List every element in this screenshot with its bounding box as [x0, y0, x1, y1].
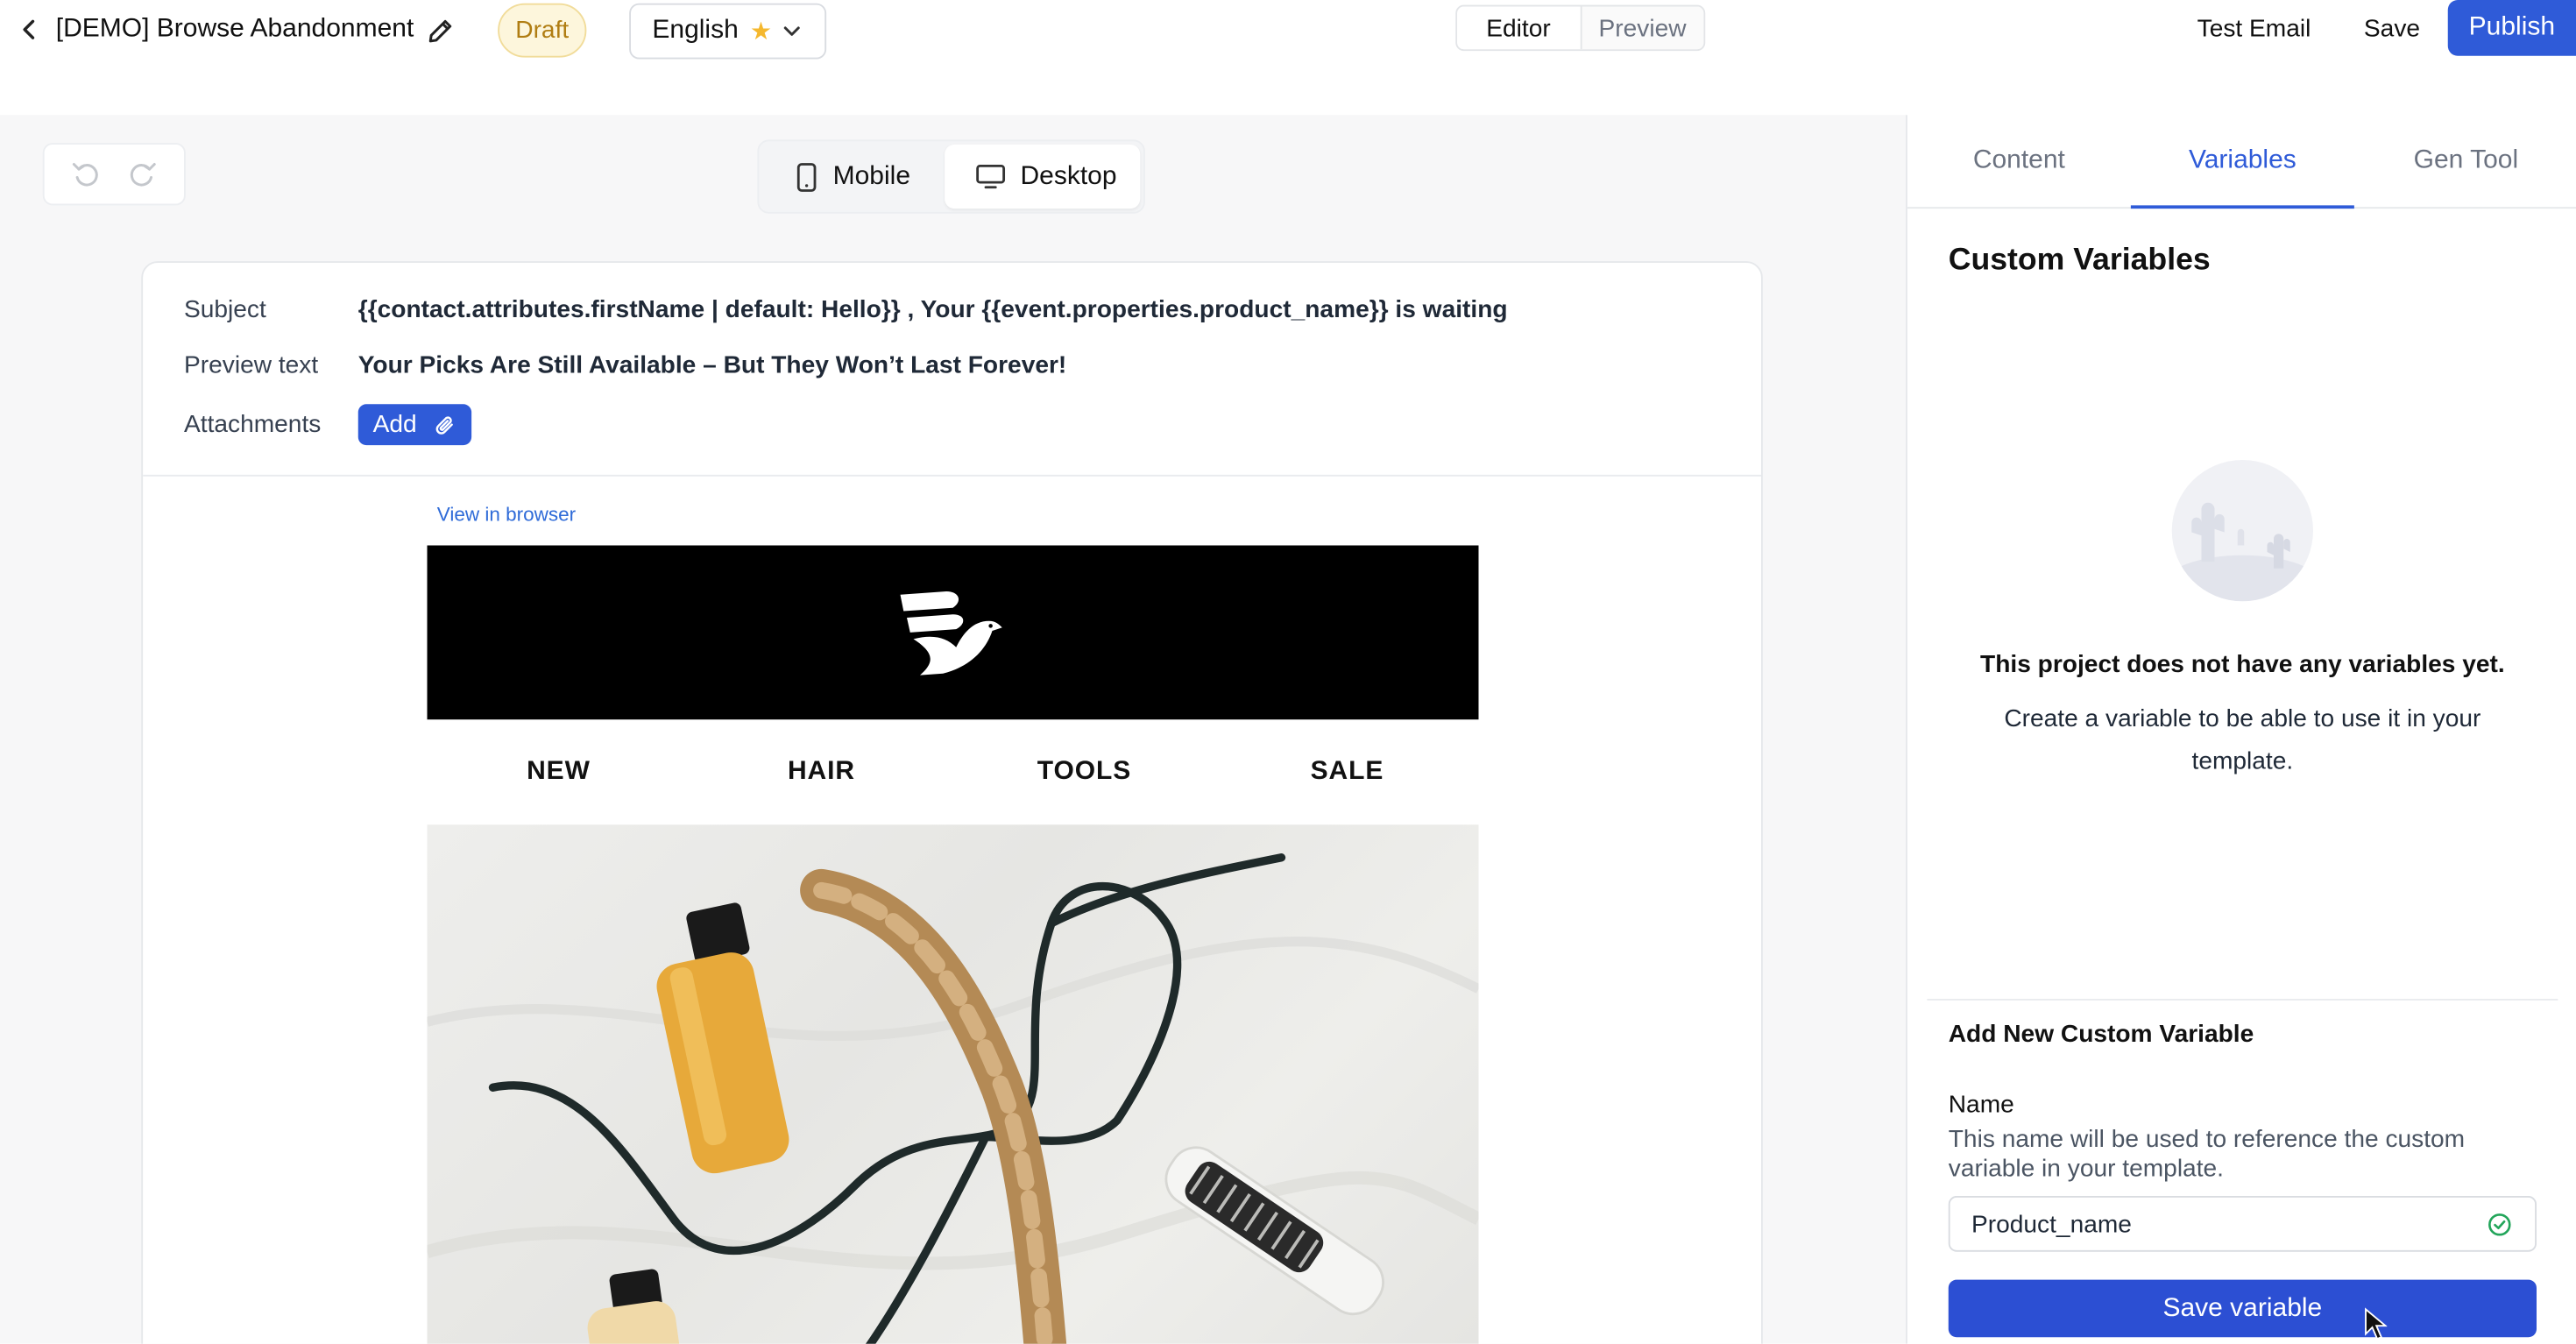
- star-icon: ★: [749, 18, 773, 46]
- empty-state-title: This project does not have any variables…: [1980, 650, 2505, 679]
- hero-image: [427, 824, 1479, 1344]
- tab-editor[interactable]: Editor: [1457, 6, 1580, 50]
- email-nav-sale[interactable]: SALE: [1216, 719, 1479, 824]
- email-header-banner: [427, 545, 1479, 720]
- panel-divider: [1927, 999, 2558, 1001]
- desktop-icon: [976, 164, 1006, 188]
- check-circle-icon: [2488, 1213, 2511, 1236]
- chevron-down-icon: [783, 26, 800, 36]
- redo-icon[interactable]: [128, 159, 158, 189]
- device-desktop-button[interactable]: Desktop: [945, 145, 1141, 209]
- name-field-wrapper: [1948, 1196, 2537, 1252]
- email-preview-card: Subject {{contact.attributes.firstName |…: [141, 261, 1763, 1344]
- undo-redo-group: [42, 143, 186, 206]
- language-value: English: [652, 16, 739, 45]
- publish-button[interactable]: Publish: [2447, 0, 2576, 56]
- brand-logo-icon: [900, 591, 1002, 676]
- add-attachment-label: Add: [372, 410, 417, 439]
- view-in-browser-link[interactable]: View in browser: [437, 503, 576, 526]
- add-attachment-button[interactable]: Add: [357, 404, 471, 446]
- editor-preview-switch: Editor Preview: [1455, 4, 1706, 52]
- empty-state-description: Create a variable to be able to use it i…: [2004, 704, 2481, 775]
- email-nav-new[interactable]: NEW: [428, 719, 690, 824]
- device-mobile-label: Mobile: [832, 161, 911, 190]
- subject-label: Subject: [184, 295, 266, 324]
- subject-value[interactable]: {{contact.attributes.firstName | default…: [358, 296, 1508, 324]
- mobile-icon: [796, 162, 817, 191]
- top-header: [DEMO] Browse Abandonment Draft English …: [0, 0, 2576, 116]
- status-badge: Draft: [498, 3, 587, 58]
- tab-preview[interactable]: Preview: [1579, 6, 1704, 50]
- desert-icon: [2171, 502, 2313, 602]
- panel-tabs: Content Variables Gen Tool: [1907, 115, 2576, 209]
- back-button[interactable]: [17, 13, 43, 46]
- save-variable-button[interactable]: Save variable: [1948, 1279, 2537, 1338]
- attachments-row: Attachments Add: [184, 404, 471, 446]
- meta-divider: [143, 474, 1761, 477]
- test-email-button[interactable]: Test Email: [2178, 2, 2330, 54]
- device-mobile-button[interactable]: Mobile: [762, 145, 945, 209]
- hero-illustration: [427, 853, 1479, 1344]
- name-help-text: This name will be used to reference the …: [1948, 1125, 2466, 1183]
- device-switch: Mobile Desktop: [757, 139, 1145, 214]
- name-label: Name: [1948, 1091, 2014, 1119]
- template-title: [DEMO] Browse Abandonment: [55, 14, 414, 43]
- save-button[interactable]: Save: [2346, 2, 2438, 54]
- variable-name-input[interactable]: [1950, 1197, 2536, 1250]
- cursor-icon: [2365, 1307, 2388, 1340]
- right-panel: Content Variables Gen Tool Custom Variab…: [1906, 115, 2576, 1344]
- panel-title: Custom Variables: [1948, 243, 2211, 278]
- subject-row: Subject {{contact.attributes.firstName |…: [184, 296, 1508, 324]
- editor-canvas: Mobile Desktop Subject {{contact.attribu…: [0, 115, 1906, 1344]
- pencil-icon[interactable]: [426, 17, 456, 46]
- tab-gen-tool[interactable]: Gen Tool: [2354, 115, 2576, 207]
- tab-variables[interactable]: Variables: [2130, 115, 2354, 209]
- app-root: [DEMO] Browse Abandonment Draft English …: [0, 0, 2576, 1344]
- email-nav-hair[interactable]: HAIR: [690, 719, 953, 824]
- undo-icon[interactable]: [71, 159, 101, 189]
- preview-text-label: Preview text: [184, 351, 319, 380]
- empty-state-illustration: [2171, 460, 2313, 602]
- attachments-label: Attachments: [184, 410, 322, 439]
- email-nav: NEW HAIR TOOLS SALE: [428, 719, 1479, 824]
- preview-text-row: Preview text Your Picks Are Still Availa…: [184, 351, 1066, 379]
- preview-text-value[interactable]: Your Picks Are Still Available – But The…: [358, 351, 1067, 379]
- chevron-left-icon: [23, 19, 35, 39]
- device-desktop-label: Desktop: [1020, 161, 1117, 190]
- tab-content[interactable]: Content: [1907, 115, 2131, 207]
- email-nav-tools[interactable]: TOOLS: [953, 719, 1216, 824]
- add-variable-title: Add New Custom Variable: [1948, 1020, 2254, 1049]
- language-select[interactable]: English ★: [629, 3, 827, 60]
- paperclip-icon: [435, 415, 453, 434]
